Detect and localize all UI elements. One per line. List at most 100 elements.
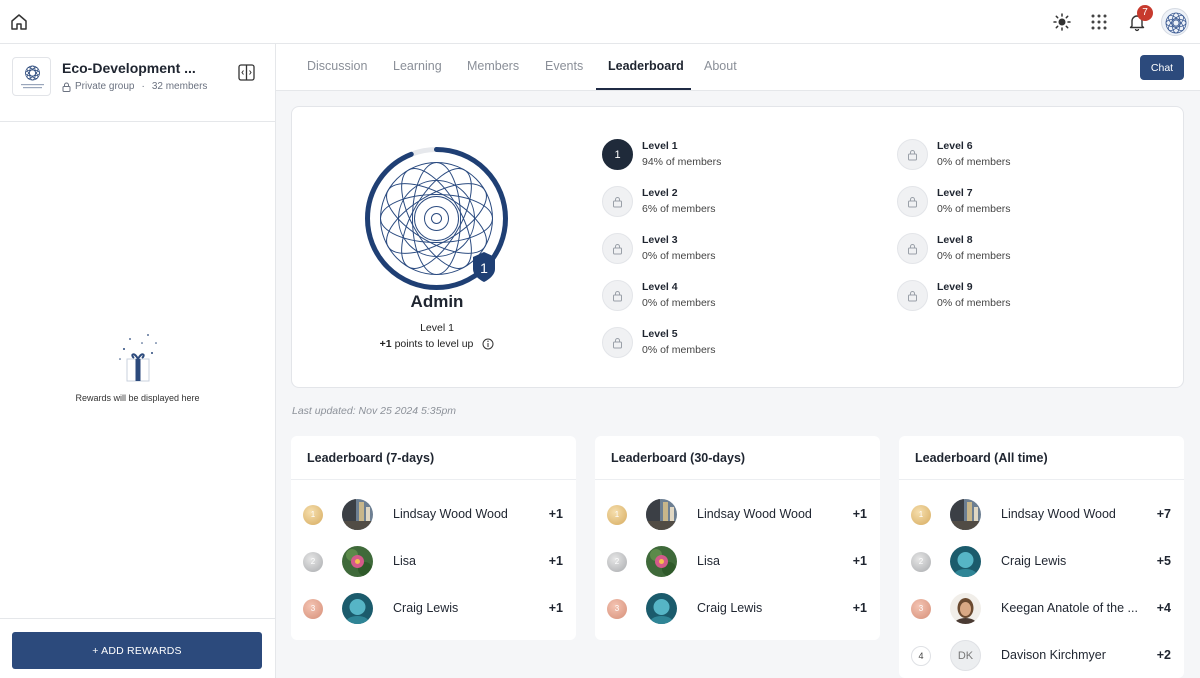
- avatar: [646, 546, 677, 577]
- bronze-medal-icon: 3: [911, 599, 931, 619]
- member-points: +1: [548, 554, 563, 568]
- sidebar: Eco-Development ... Private group · 32 m…: [0, 44, 276, 678]
- user-avatar[interactable]: [1161, 8, 1189, 36]
- avatar: [950, 546, 981, 577]
- level-lock: [602, 280, 633, 311]
- lock-icon: [613, 196, 622, 207]
- leaderboard-row[interactable]: 4 DK Davison Kirchmyer +2: [899, 634, 1184, 674]
- leaderboard-title: Leaderboard (All time): [915, 451, 1048, 465]
- gold-medal-icon: 1: [303, 505, 323, 525]
- group-meta: Private group · 32 members: [62, 81, 207, 92]
- leaderboard-row[interactable]: 3 Craig Lewis +1: [291, 587, 576, 627]
- lock-icon: [62, 82, 71, 92]
- level-percent: 94% of members: [642, 156, 722, 168]
- member-name: Lindsay Wood Wood: [1001, 507, 1116, 521]
- lock-icon: [908, 243, 917, 254]
- member-points: +5: [1156, 554, 1171, 568]
- rewards-empty-state: Rewards will be displayed here: [0, 329, 275, 403]
- leaderboard-row[interactable]: 2 Lisa +1: [595, 540, 880, 580]
- leaderboard-all-time: Leaderboard (All time) 1 Lindsay Wood Wo…: [899, 436, 1184, 678]
- silver-medal-icon: 2: [607, 552, 627, 572]
- tab-events[interactable]: Events: [545, 59, 583, 73]
- member-points: +1: [852, 507, 867, 521]
- member-name: Craig Lewis: [393, 601, 459, 615]
- lock-icon: [908, 149, 917, 160]
- home-icon[interactable]: [9, 12, 29, 32]
- level-name: Level 2: [642, 187, 678, 199]
- member-points: +1: [548, 507, 563, 521]
- gold-medal-icon: 1: [911, 505, 931, 525]
- leaderboard-row[interactable]: 2 Lisa +1: [291, 540, 576, 580]
- level-name: Level 6: [937, 140, 973, 152]
- divider: [899, 479, 1184, 480]
- points-needed: +1: [379, 338, 392, 350]
- level-item: Level 6 0% of members: [897, 139, 1157, 173]
- chat-button[interactable]: Chat: [1140, 55, 1184, 80]
- active-tab-indicator: [596, 88, 691, 90]
- leaderboard-row[interactable]: 1 Lindsay Wood Wood +1: [595, 493, 880, 533]
- apps-grid-icon[interactable]: [1089, 12, 1109, 32]
- avatar: [646, 593, 677, 624]
- sidebar-footer: + ADD REWARDS: [0, 618, 275, 678]
- member-points: +1: [852, 554, 867, 568]
- member-name: Keegan Anatole of the ...: [1001, 601, 1138, 615]
- tab-about[interactable]: About: [704, 59, 737, 73]
- level-percent: 0% of members: [937, 250, 1011, 262]
- group-name[interactable]: Eco-Development ...: [62, 60, 196, 76]
- lock-icon: [908, 196, 917, 207]
- info-icon[interactable]: [482, 338, 494, 350]
- leaderboard-row[interactable]: 3 Keegan Anatole of the ... +4: [899, 587, 1184, 627]
- tab-members[interactable]: Members: [467, 59, 519, 73]
- lock-icon: [613, 243, 622, 254]
- level-item: Level 8 0% of members: [897, 233, 1157, 267]
- tab-discussion[interactable]: Discussion: [307, 59, 367, 73]
- last-updated: Last updated: Nov 25 2024 5:35pm: [292, 405, 457, 417]
- tab-learning[interactable]: Learning: [393, 59, 442, 73]
- group-logo: [12, 57, 51, 96]
- bronze-medal-icon: 3: [607, 599, 627, 619]
- sun-icon[interactable]: [1052, 12, 1072, 32]
- level-name: Level 7: [937, 187, 973, 199]
- level-card: 1 Admin Level 1 +1 points to level up 1 …: [291, 106, 1184, 388]
- level-name: Level 5: [642, 328, 678, 340]
- silver-medal-icon: 2: [911, 552, 931, 572]
- divider: [595, 479, 880, 480]
- level-percent: 6% of members: [642, 203, 716, 215]
- leaderboard-row[interactable]: 1 Lindsay Wood Wood +1: [291, 493, 576, 533]
- leaderboard-row[interactable]: 3 Craig Lewis +1: [595, 587, 880, 627]
- meta-separator: ·: [141, 81, 145, 92]
- rank-number: 4: [911, 646, 931, 666]
- member-points: +4: [1156, 601, 1171, 615]
- leaderboard-row[interactable]: 2 Craig Lewis +5: [899, 540, 1184, 580]
- avatar: [950, 499, 981, 530]
- avatar: [342, 546, 373, 577]
- profile-level-ring: 1: [365, 147, 508, 290]
- avatar: [342, 499, 373, 530]
- silver-medal-icon: 2: [303, 552, 323, 572]
- leaderboard-title: Leaderboard (7-days): [307, 451, 435, 465]
- lock-icon: [613, 337, 622, 348]
- lock-icon: [613, 290, 622, 301]
- level-percent: 0% of members: [937, 203, 1011, 215]
- avatar-initials: DK: [950, 640, 981, 671]
- avatar: [950, 593, 981, 624]
- tab-bar: Discussion Learning Members Events Leade…: [276, 44, 1200, 91]
- level-percent: 0% of members: [642, 250, 716, 262]
- level-percent: 0% of members: [937, 156, 1011, 168]
- level-item: Level 2 6% of members: [602, 186, 862, 220]
- gold-medal-icon: 1: [607, 505, 627, 525]
- member-name: Craig Lewis: [697, 601, 763, 615]
- current-level-badge: 1: [602, 139, 633, 170]
- notification-badge: 7: [1137, 5, 1153, 21]
- level-name: Level 3: [642, 234, 678, 246]
- member-points: +2: [1156, 648, 1171, 662]
- add-rewards-button[interactable]: + ADD REWARDS: [12, 632, 262, 669]
- level-percent: 0% of members: [642, 297, 716, 309]
- leaderboard-row[interactable]: 1 Lindsay Wood Wood +7: [899, 493, 1184, 533]
- collapse-sidebar-icon[interactable]: [238, 64, 255, 81]
- tab-leaderboard[interactable]: Leaderboard: [608, 59, 684, 73]
- leaderboard-title: Leaderboard (30-days): [611, 451, 746, 465]
- level-lock: [897, 233, 928, 264]
- profile-name: Admin: [410, 292, 464, 311]
- level-lock: [897, 186, 928, 217]
